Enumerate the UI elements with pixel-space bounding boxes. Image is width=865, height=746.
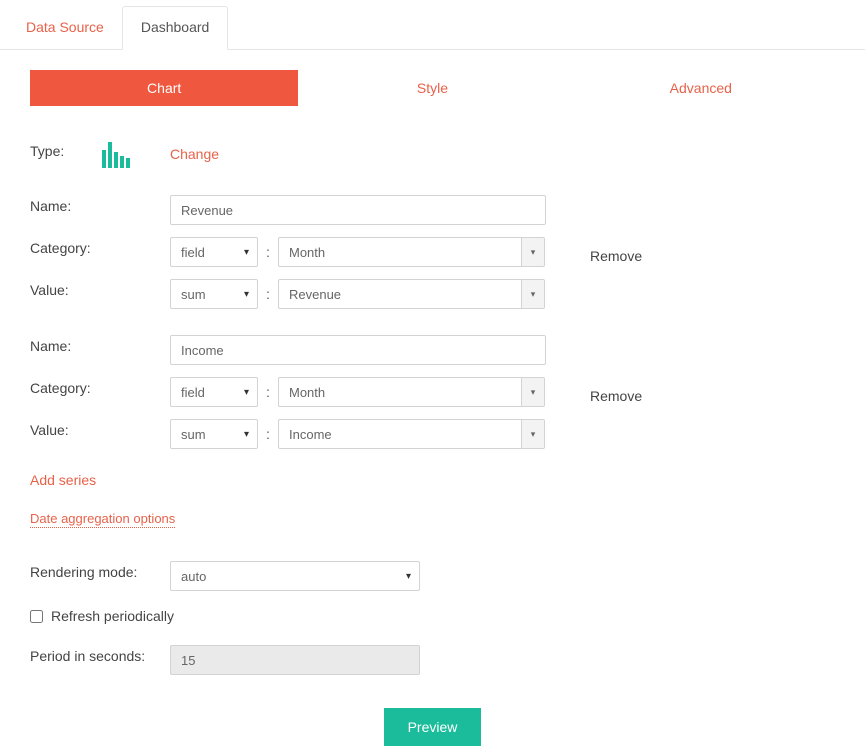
top-tabs: Data Source Dashboard [0, 0, 865, 50]
category-label: Category: [30, 374, 170, 402]
subtab-chart[interactable]: Chart [30, 70, 298, 106]
value-field-select[interactable]: Revenue [278, 279, 521, 309]
rendering-mode-select[interactable]: auto [170, 561, 420, 591]
subtab-style[interactable]: Style [298, 70, 566, 106]
rendering-mode-row: Rendering mode: auto [30, 558, 835, 594]
refresh-periodically-checkbox[interactable] [30, 610, 43, 623]
series-block: Name: Category: field : Month ▾ Remove V… [30, 192, 835, 312]
dropdown-button[interactable]: ▾ [521, 237, 545, 267]
colon: : [258, 384, 278, 400]
value-label: Value: [30, 416, 170, 444]
period-seconds-label: Period in seconds: [30, 642, 170, 670]
subtab-advanced[interactable]: Advanced [567, 70, 835, 106]
value-type-select[interactable]: sum [170, 419, 258, 449]
series-name-input[interactable] [170, 335, 546, 365]
remove-series-link[interactable]: Remove [590, 380, 642, 404]
value-label: Value: [30, 276, 170, 304]
category-type-select[interactable]: field [170, 377, 258, 407]
colon: : [258, 286, 278, 302]
period-seconds-row: Period in seconds: [30, 642, 835, 678]
content-area: Chart Style Advanced Type: Change Name: … [0, 50, 865, 746]
dropdown-button[interactable]: ▾ [521, 279, 545, 309]
category-label: Category: [30, 234, 170, 262]
dropdown-button[interactable]: ▾ [521, 419, 545, 449]
change-link[interactable]: Change [170, 146, 219, 162]
period-seconds-input [170, 645, 420, 675]
value-type-select[interactable]: sum [170, 279, 258, 309]
category-field-select[interactable]: Month [278, 237, 521, 267]
refresh-periodically-row: Refresh periodically [30, 608, 835, 624]
type-label: Type: [30, 143, 102, 165]
tab-dashboard[interactable]: Dashboard [122, 6, 229, 50]
category-type-select[interactable]: field [170, 237, 258, 267]
category-field-select[interactable]: Month [278, 377, 521, 407]
rendering-mode-label: Rendering mode: [30, 558, 170, 586]
dropdown-button[interactable]: ▾ [521, 377, 545, 407]
add-series-link[interactable]: Add series [30, 472, 96, 488]
name-label: Name: [30, 332, 170, 360]
series-block: Name: Category: field : Month ▾ Remove V… [30, 332, 835, 452]
remove-series-link[interactable]: Remove [590, 240, 642, 264]
sub-tabs: Chart Style Advanced [30, 70, 835, 106]
refresh-periodically-label: Refresh periodically [51, 608, 174, 624]
colon: : [258, 244, 278, 260]
date-aggregation-link[interactable]: Date aggregation options [30, 511, 175, 528]
name-label: Name: [30, 192, 170, 220]
type-row: Type: Change [30, 136, 835, 172]
value-field-select[interactable]: Income [278, 419, 521, 449]
colon: : [258, 426, 278, 442]
preview-button[interactable]: Preview [384, 708, 482, 746]
series-name-input[interactable] [170, 195, 546, 225]
tab-data-source[interactable]: Data Source [8, 7, 122, 49]
bar-chart-icon [102, 138, 136, 171]
